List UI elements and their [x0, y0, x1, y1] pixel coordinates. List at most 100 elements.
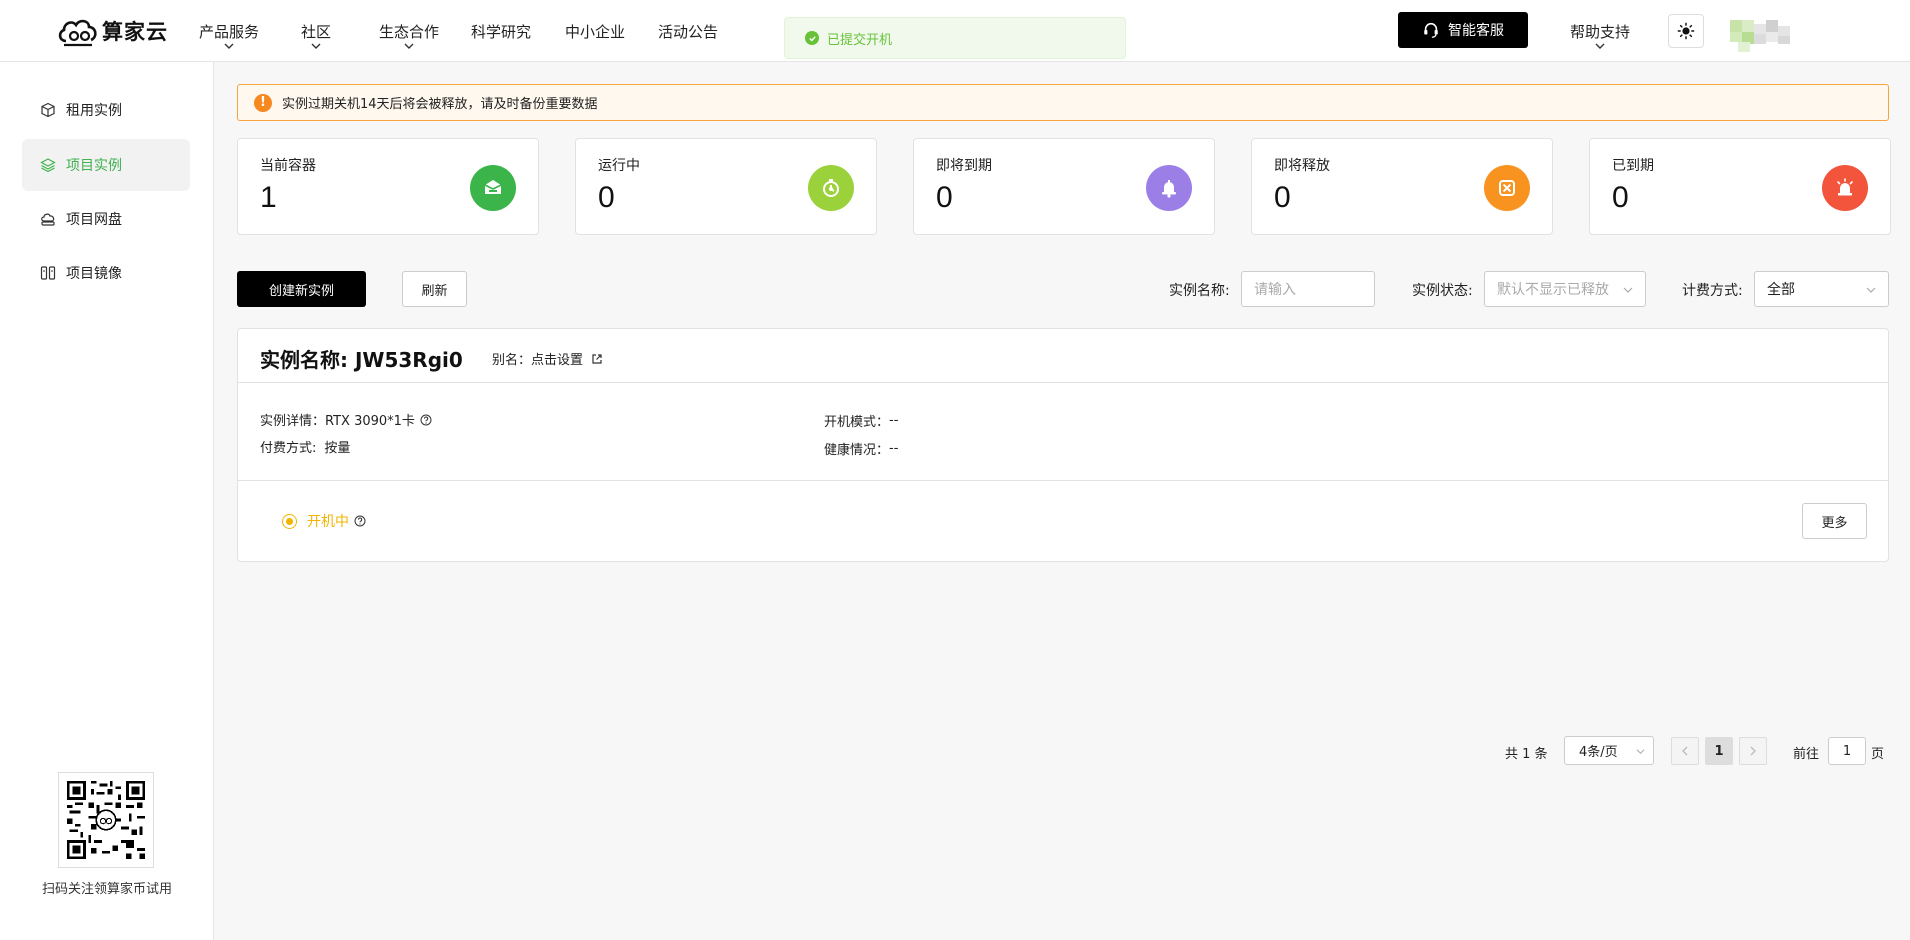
sidebar-item-rent-instance[interactable]: 租用实例: [22, 84, 190, 136]
health-label: 健康情况：: [824, 443, 890, 458]
help-circle-icon[interactable]: [354, 515, 366, 527]
external-edit-icon: [592, 353, 602, 364]
pagination-total: 共 1 条: [1505, 747, 1548, 762]
alias-setting-link[interactable]: 别名：点击设置: [492, 349, 603, 368]
nav-products[interactable]: 产品服务: [190, 0, 268, 62]
alert-text: 实例过期关机14天后将会被释放，请及时备份重要数据: [282, 97, 598, 112]
instance-status-select[interactable]: 默认不显示已释放: [1484, 271, 1646, 307]
goto-page-input[interactable]: 1: [1828, 737, 1866, 765]
more-button[interactable]: 更多: [1802, 503, 1867, 539]
expiry-warning-alert: ! 实例过期关机14天后将会被释放，请及时备份重要数据: [237, 84, 1889, 121]
sidebar-item-project-image[interactable]: 项目镜像: [22, 247, 190, 299]
chevron-down-icon: [404, 42, 414, 50]
stat-card-expired[interactable]: 已到期 0: [1589, 138, 1891, 235]
sidebar-item-project-instance[interactable]: 项目实例: [22, 139, 190, 191]
instance-title: 实例名称: JW53Rgi0: [260, 348, 463, 372]
alarm-icon: [1822, 165, 1868, 211]
boot-mode: 开机模式： --: [824, 411, 898, 430]
nav-label: 中小企业: [564, 22, 625, 41]
theme-toggle-button[interactable]: [1668, 14, 1704, 48]
stat-label: 运行中: [598, 158, 640, 174]
billing-method-label: 计费方式:: [1682, 283, 1743, 299]
refresh-button[interactable]: 刷新: [402, 271, 467, 307]
stat-value: 0: [598, 181, 615, 214]
success-toast: 已提交开机: [784, 17, 1126, 59]
select-value: 全部: [1767, 282, 1795, 298]
status-text: 开机中: [307, 514, 349, 530]
bell-icon: [1146, 165, 1192, 211]
nav-label: 科学研究: [470, 22, 531, 41]
instance-status-label: 实例状态:: [1412, 283, 1473, 299]
status-dot-icon: [282, 513, 297, 529]
stat-card-expiring[interactable]: 即将到期 0: [913, 138, 1215, 235]
nav-research[interactable]: 科学研究: [466, 0, 536, 62]
release-icon: [1484, 165, 1530, 211]
page-size-select[interactable]: 4条/页: [1564, 736, 1654, 765]
sidebar-item-project-disk[interactable]: 项目网盘: [22, 193, 190, 245]
goto-label: 前往: [1793, 747, 1820, 762]
page-size-value: 4条/页: [1579, 745, 1618, 760]
input-placeholder: 请输入: [1254, 282, 1296, 298]
smart-service-button[interactable]: 智能客服: [1398, 12, 1528, 48]
cloud-disk-icon: [41, 213, 55, 226]
stat-value: 1: [260, 181, 277, 214]
sidebar-item-label: 项目实例: [66, 158, 122, 174]
detail-label: 实例详情：: [260, 414, 326, 429]
user-avatar[interactable]: [1730, 20, 1810, 54]
help-circle-icon[interactable]: [420, 414, 432, 426]
instance-status: 开机中: [282, 511, 366, 531]
instance-detail: 实例详情： RTX 3090*1卡: [260, 410, 432, 429]
chevron-left-icon: [1682, 746, 1688, 756]
goto-value: 1: [1842, 743, 1852, 759]
sidebar-item-label: 项目网盘: [66, 212, 122, 228]
prev-page-button[interactable]: [1671, 737, 1699, 765]
nav-community[interactable]: 社区: [298, 0, 334, 62]
select-placeholder: 默认不显示已释放: [1497, 282, 1609, 298]
chevron-down-icon: [1623, 286, 1633, 294]
nav-sme[interactable]: 中小企业: [560, 0, 630, 62]
top-header: 算家云 产品服务 社区 生态合作 科学研究 中小企业 活动公告 已提交开机 智能…: [0, 0, 1910, 62]
main-nav: 产品服务 社区 生态合作 科学研究 中小企业 活动公告: [190, 0, 723, 62]
stat-card-containers[interactable]: 当前容器 1: [237, 138, 539, 235]
page-suffix: 页: [1871, 747, 1885, 762]
service-label: 智能客服: [1448, 23, 1504, 39]
nav-events[interactable]: 活动公告: [653, 0, 723, 62]
instance-name-input[interactable]: 请输入: [1241, 271, 1375, 307]
boot-label: 开机模式：: [824, 415, 890, 430]
stat-value: 0: [936, 181, 953, 214]
layers-icon: [40, 158, 56, 173]
pay-value: 按量: [324, 441, 351, 456]
instance-toolbar: 创建新实例 刷新 实例名称: 请输入 实例状态: 默认不显示已释放 计费方式: …: [237, 271, 1889, 307]
next-page-button[interactable]: [1739, 737, 1767, 765]
sidebar: 租用实例 项目实例 项目网盘 项目镜像 扫码关注领算家币试用: [0, 62, 214, 940]
sun-icon: [1677, 22, 1695, 40]
stat-card-releasing[interactable]: 即将释放 0: [1251, 138, 1553, 235]
page-number-button[interactable]: 1: [1705, 737, 1733, 765]
stat-label: 即将释放: [1274, 158, 1330, 174]
pay-label: 付费方式:: [260, 441, 317, 456]
cube-icon: [41, 102, 55, 118]
sidebar-item-label: 租用实例: [66, 103, 122, 119]
logo-cloud-icon: [58, 19, 97, 47]
headset-icon: [1424, 22, 1438, 38]
qr-code: [58, 772, 154, 868]
instance-name-label: 实例名称:: [1169, 283, 1230, 299]
nav-help-support[interactable]: 帮助支持: [1568, 0, 1632, 62]
nav-label: 帮助支持: [1569, 22, 1630, 41]
nav-ecosystem[interactable]: 生态合作: [374, 0, 444, 62]
chevron-down-icon: [224, 42, 234, 50]
container-icon: [470, 165, 516, 211]
divider: [238, 480, 1888, 481]
billing-method-select[interactable]: 全部: [1754, 271, 1889, 307]
stat-value: 0: [1274, 181, 1291, 214]
check-circle-icon: [805, 31, 819, 45]
nav-label: 产品服务: [198, 22, 259, 41]
chevron-down-icon: [1595, 42, 1605, 50]
logo[interactable]: 算家云: [56, 11, 168, 51]
qr-caption: 扫码关注领算家币试用: [41, 882, 172, 897]
chevron-down-icon: [1636, 748, 1645, 755]
image-mirror-icon: [40, 266, 56, 280]
health-status: 健康情况： --: [824, 439, 898, 458]
create-instance-button[interactable]: 创建新实例: [237, 271, 366, 307]
stat-card-running[interactable]: 运行中 0: [575, 138, 877, 235]
